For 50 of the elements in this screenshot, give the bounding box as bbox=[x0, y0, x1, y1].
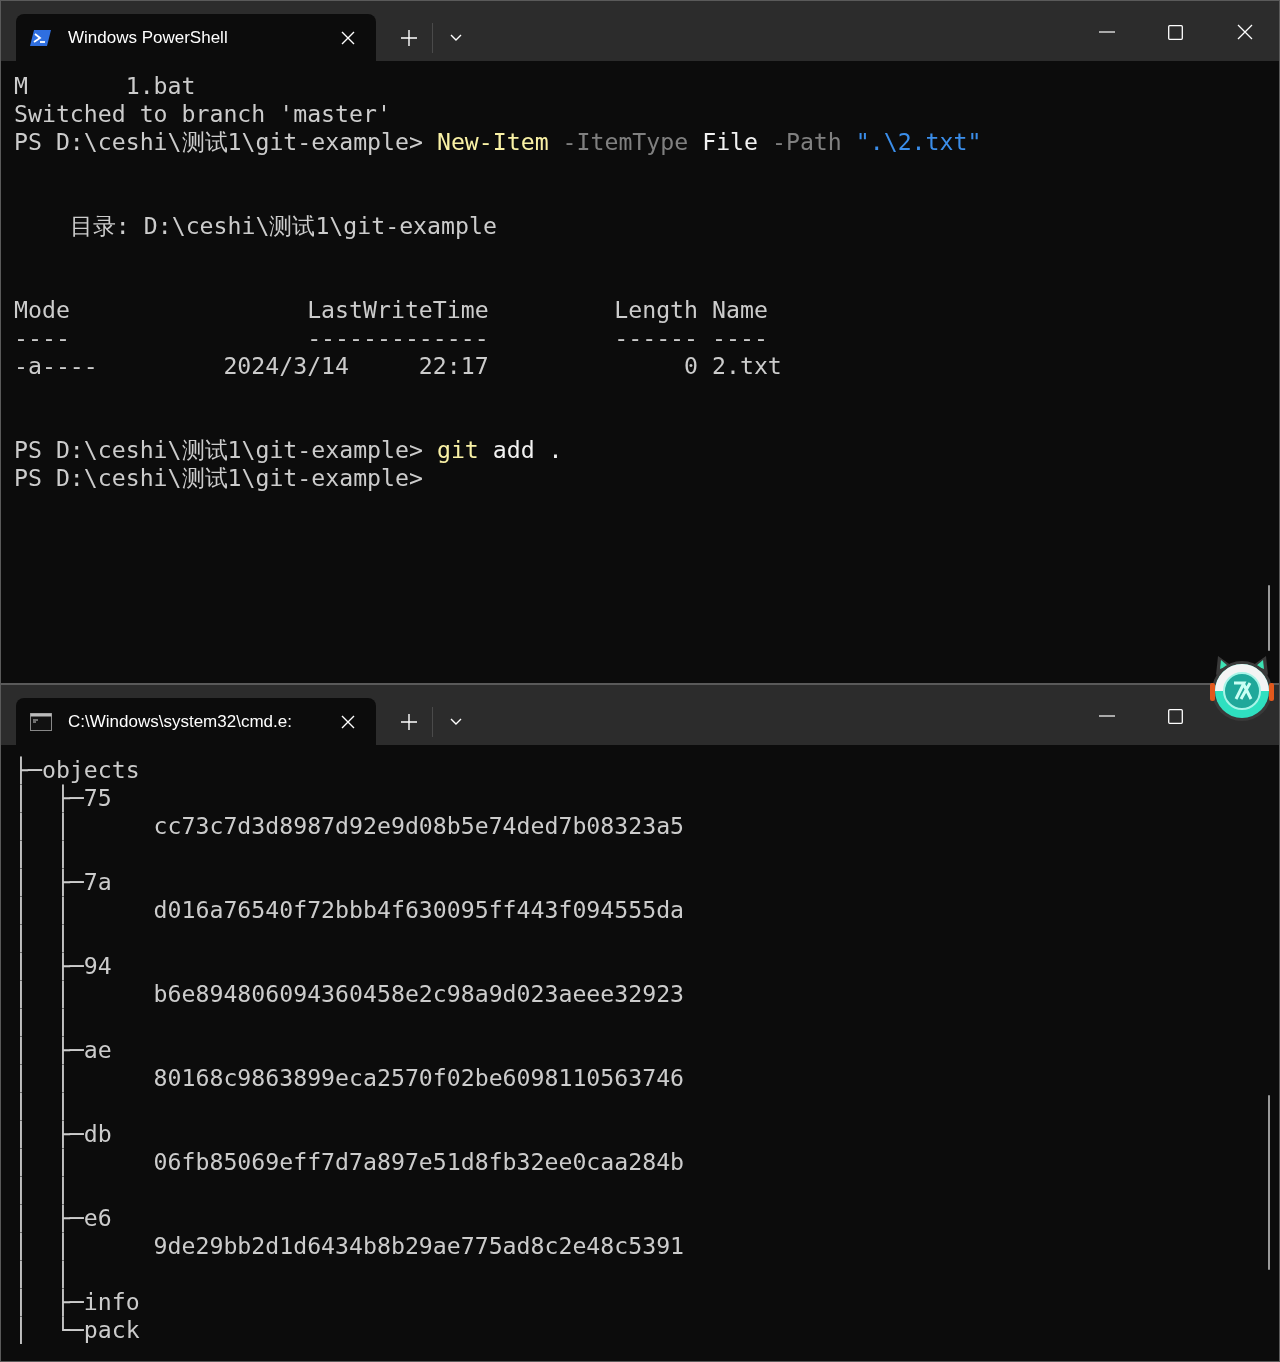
scrollbar[interactable] bbox=[1268, 585, 1270, 651]
terminal-line: ---- ------------- ------ ---- bbox=[14, 324, 768, 352]
terminal-line: -a---- 2024/3/14 22:17 0 2.txt bbox=[14, 352, 782, 380]
terminal-line: │ │ bbox=[14, 924, 70, 952]
close-icon bbox=[341, 30, 355, 45]
tab-title: Windows PowerShell bbox=[68, 27, 229, 48]
terminal-line: PS D:\ceshi\测试1\git-example> New-Item -ItemType File -Path ".\2.txt" bbox=[14, 128, 982, 156]
command-prompt-icon bbox=[30, 712, 52, 731]
terminal-line: │ ├─94 bbox=[14, 952, 112, 980]
minimize-icon bbox=[1098, 31, 1115, 33]
close-icon bbox=[341, 714, 355, 729]
tab[interactable]: Windows PowerShell bbox=[16, 14, 376, 61]
chevron-down-icon bbox=[450, 33, 462, 42]
terminal-line: │ │ b6e894806094360458e2c98a9d023aeee32923 bbox=[14, 980, 685, 1008]
terminal-line: │ ├─ae bbox=[14, 1036, 112, 1064]
terminal-line: PS D:\ceshi\测试1\git-example> bbox=[14, 464, 423, 492]
minimize-icon bbox=[1098, 715, 1115, 717]
terminal-line: │ │ bbox=[14, 1092, 70, 1120]
terminal-line: │ ├─75 bbox=[14, 784, 112, 812]
terminal-line: │ │ 9de29bb2d1d6434b8b29ae775ad8c2e48c5391 bbox=[14, 1232, 685, 1260]
terminal-line: │ │ 06fb85069eff7d7a897e51d8fb32ee0caa284b bbox=[14, 1148, 685, 1176]
terminal-line: Switched to branch 'master' bbox=[14, 100, 391, 128]
terminal-line: │ │ bbox=[14, 840, 70, 868]
terminal-line: │ ├─e6 bbox=[14, 1204, 112, 1232]
plus-icon bbox=[401, 29, 417, 46]
terminal-line: │ │ bbox=[14, 1008, 70, 1036]
scrollbar[interactable] bbox=[1268, 1095, 1270, 1270]
powershell-icon bbox=[30, 28, 52, 47]
terminal-line: │ ├─7a bbox=[14, 868, 112, 896]
terminal-line: ├─objects bbox=[14, 756, 140, 784]
maximize-icon bbox=[1168, 24, 1183, 40]
plus-icon bbox=[401, 713, 417, 730]
floating-widget-icon[interactable] bbox=[1208, 653, 1276, 723]
terminal-line: │ │ 80168c9863899eca2570f02be6098110563746 bbox=[14, 1064, 685, 1092]
chevron-down-icon bbox=[450, 717, 462, 726]
terminal-line: │ │ d016a76540f72bbb4f630095ff443f094555da bbox=[14, 896, 685, 924]
terminal-line: │ ├─db bbox=[14, 1120, 112, 1148]
maximize-icon bbox=[1168, 708, 1183, 724]
terminal-line: PS D:\ceshi\测试1\git-example> git add . bbox=[14, 436, 563, 464]
terminal-line: 目录: D:\ceshi\测试1\git-example bbox=[68, 212, 497, 240]
terminal-line: │ │ bbox=[14, 1260, 70, 1288]
tab[interactable]: C:\Windows\system32\cmd.e: bbox=[16, 698, 376, 745]
close-icon bbox=[1236, 24, 1253, 40]
terminal-line: Mode LastWriteTime Length Name bbox=[14, 296, 768, 324]
terminal-line: │ │ bbox=[14, 1176, 70, 1204]
tab-title: C:\Windows\system32\cmd.e: bbox=[68, 711, 293, 732]
terminal-line: M 1.bat bbox=[14, 72, 196, 100]
terminal-line: │ │ cc73c7d3d8987d92e9d08b5e74ded7b08323a5 bbox=[14, 812, 685, 840]
terminal-line: │ ├─info bbox=[14, 1288, 140, 1316]
terminal-line: │ └─pack bbox=[14, 1316, 140, 1344]
